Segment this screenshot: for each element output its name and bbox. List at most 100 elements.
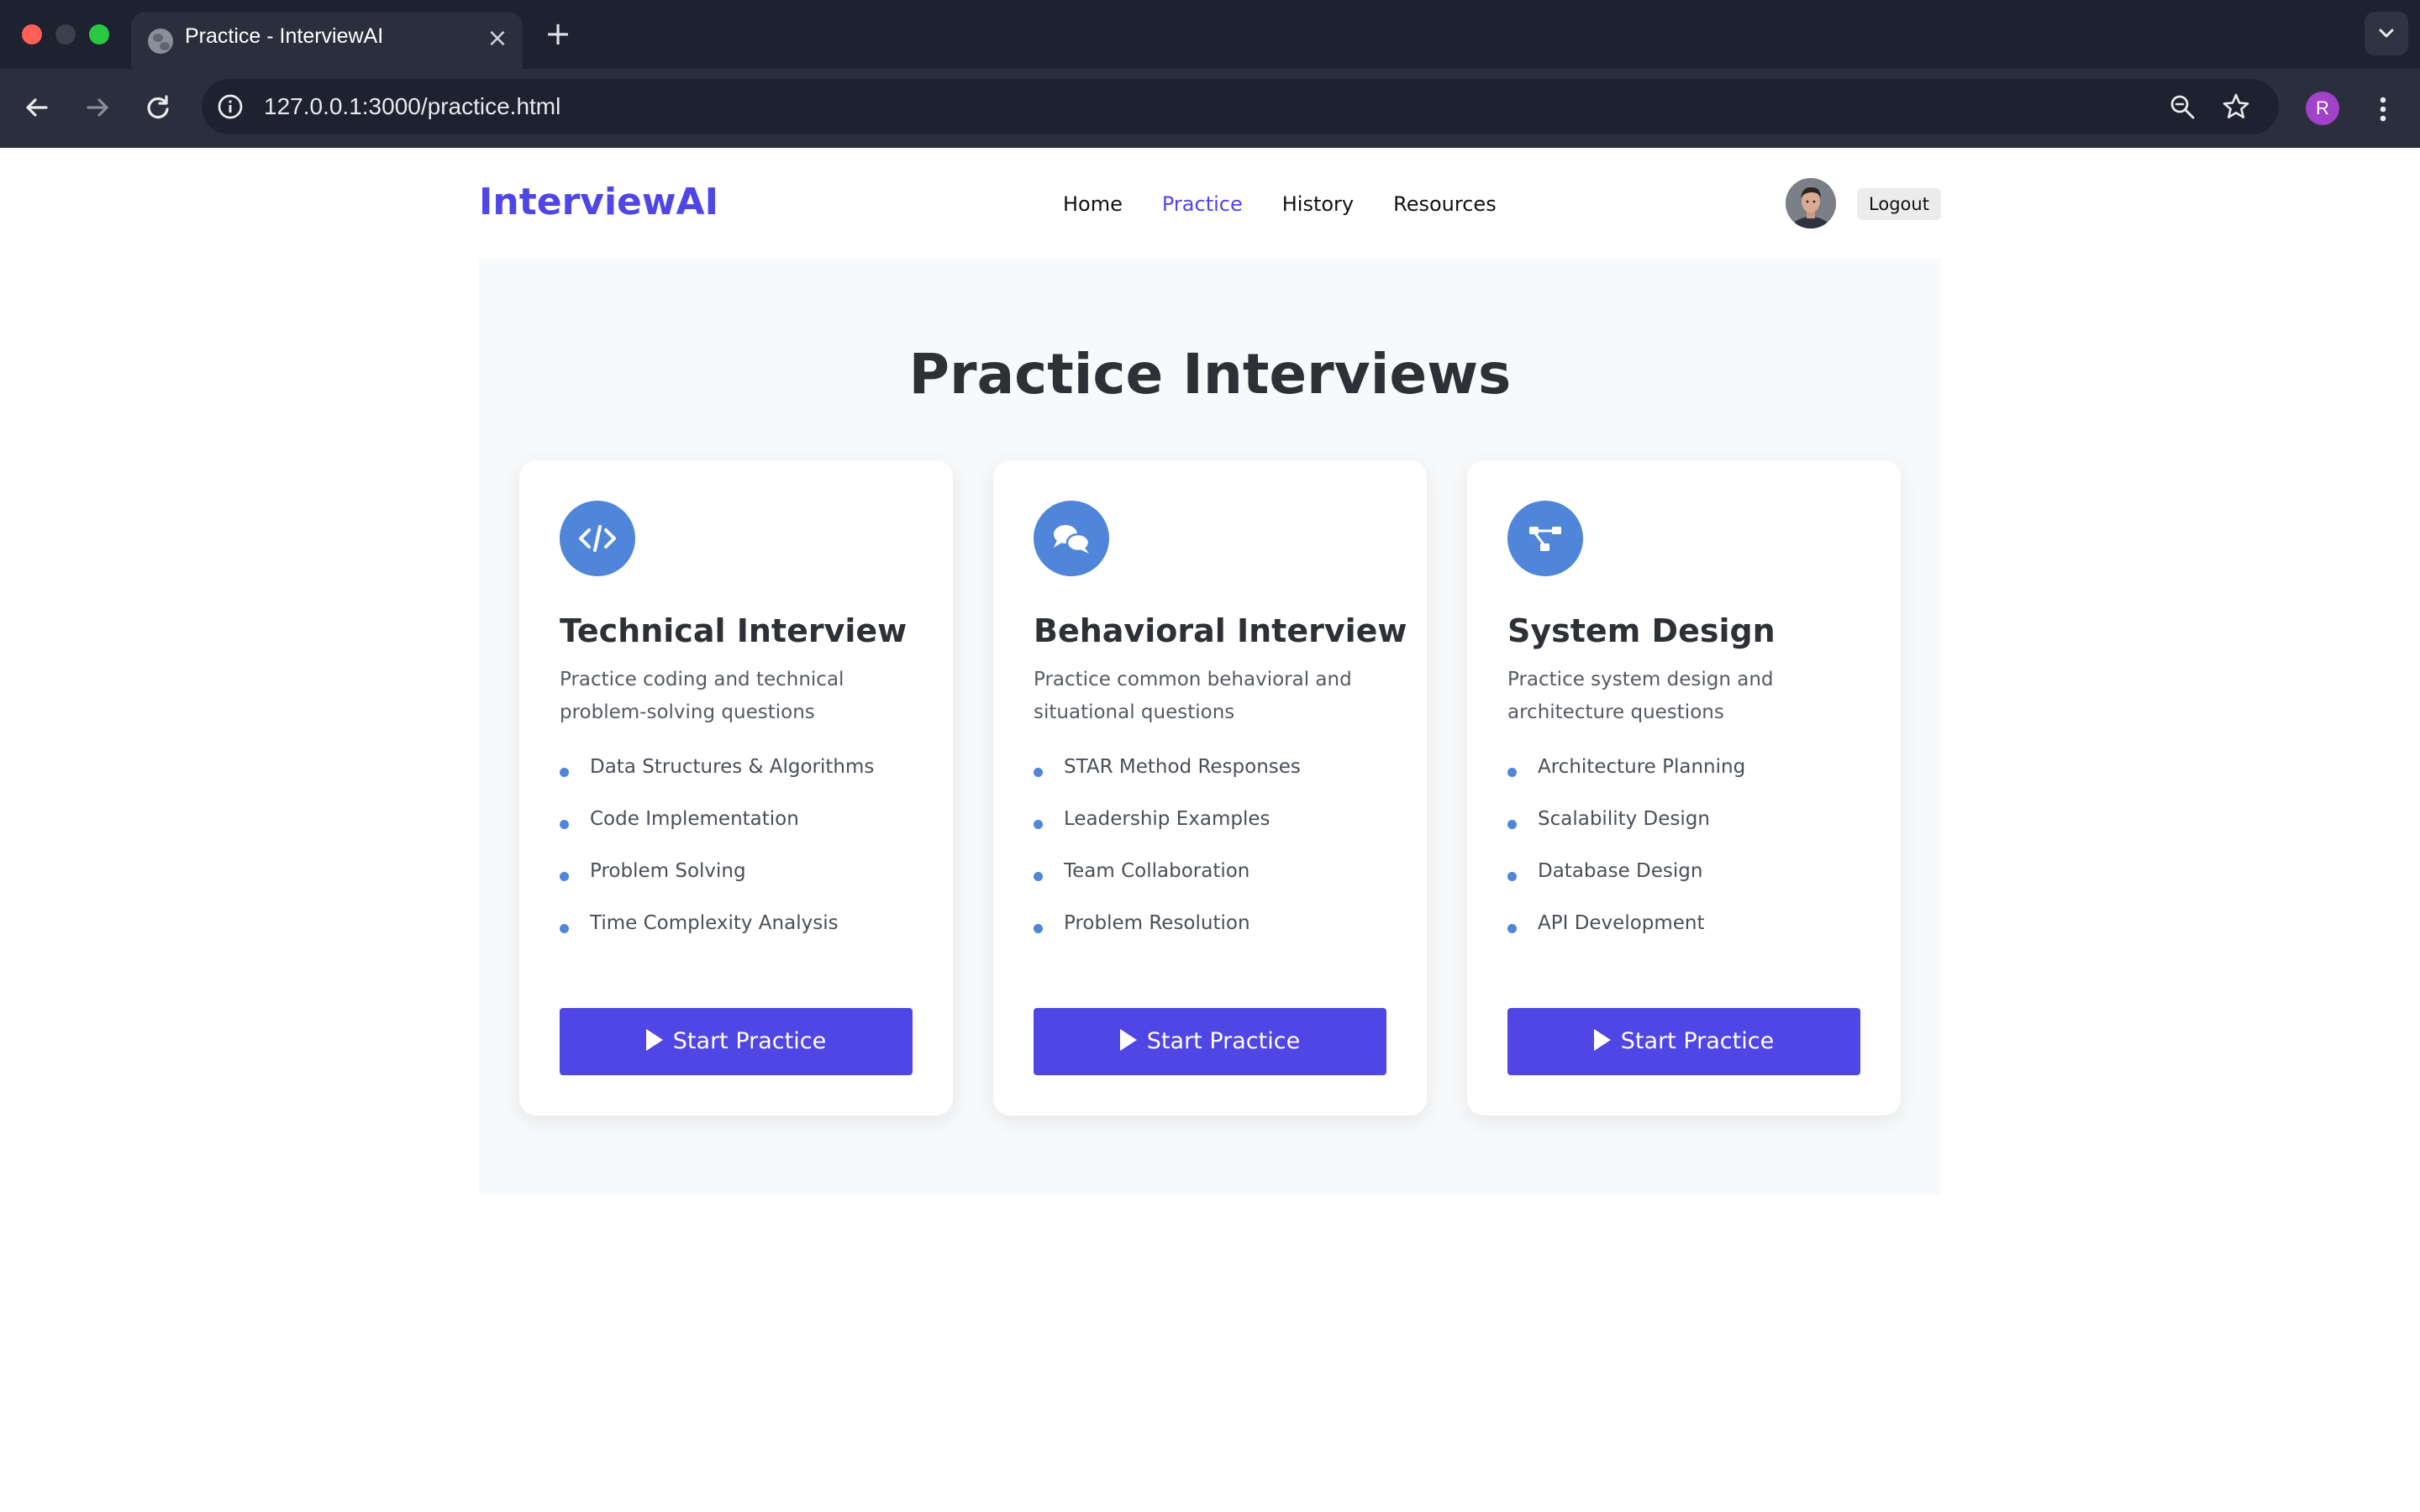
globe-icon [148, 29, 173, 54]
list-item-label: Data Structures & Algorithms [590, 756, 875, 778]
tab-title: Practice - InterviewAI [185, 24, 384, 48]
card-title: System Design [1507, 612, 1776, 649]
bullet-icon [1034, 924, 1043, 933]
star-icon [2223, 93, 2249, 118]
user-photo-icon [1786, 178, 1836, 228]
button-label: Start Practice [672, 1028, 827, 1054]
browser-toolbar: 127.0.0.1:3000/practice.html R [0, 69, 2420, 148]
bullet-icon [1507, 924, 1517, 933]
start-practice-button-behavioral[interactable]: Start Practice [1034, 1008, 1386, 1075]
list-item: Architecture Planning [1507, 749, 1869, 801]
list-item: Team Collaboration [1034, 853, 1395, 906]
list-item-label: Problem Solving [590, 860, 746, 882]
card-description: Practice system design and architecture … [1507, 669, 1774, 723]
start-practice-button-system-design[interactable]: Start Practice [1507, 1008, 1860, 1075]
bookmark-button[interactable] [2222, 92, 2250, 121]
site-navbar: InterviewAI Home Practice History Resour… [479, 148, 1941, 259]
topic-list: STAR Method Responses Leadership Example… [1034, 749, 1395, 958]
arrow-right-icon [87, 98, 108, 117]
zoom-button[interactable] [2168, 92, 2196, 121]
card-title: Behavioral Interview [1034, 612, 1407, 649]
site-info-button[interactable] [213, 90, 247, 123]
topic-list: Architecture Planning Scalability Design… [1507, 749, 1869, 958]
more-vertical-icon [2380, 97, 2386, 122]
list-item-label: Scalability Design [1538, 808, 1710, 830]
card-description: Practice common behavioral and situation… [1034, 669, 1352, 723]
list-item-label: Team Collaboration [1064, 860, 1250, 882]
bullet-icon [1507, 872, 1517, 881]
nav-link-home[interactable]: Home [1063, 190, 1123, 218]
play-icon [1593, 1029, 1611, 1051]
logout-button[interactable]: Logout [1857, 188, 1941, 220]
browser-tab-strip: Practice - InterviewAI × + [0, 0, 2420, 69]
user-avatar[interactable] [1786, 178, 1836, 228]
new-tab-button[interactable]: + [541, 17, 575, 50]
topic-list: Data Structures & Algorithms Code Implem… [560, 749, 921, 958]
info-icon [218, 94, 243, 119]
bullet-icon [560, 820, 569, 829]
url-text[interactable]: 127.0.0.1:3000/practice.html [264, 92, 560, 121]
list-item: Problem Solving [560, 853, 921, 906]
bullet-icon [1034, 768, 1043, 777]
start-practice-button-technical[interactable]: Start Practice [560, 1008, 913, 1075]
reload-icon [147, 95, 169, 119]
sitemap-icon [1507, 501, 1583, 576]
list-item: Database Design [1507, 853, 1869, 906]
practice-section: Practice Interviews Technical Interview … [479, 259, 1941, 1194]
list-item-label: STAR Method Responses [1064, 756, 1301, 778]
list-item-label: Code Implementation [590, 808, 799, 830]
nav-link-resources[interactable]: Resources [1393, 190, 1497, 218]
tab-close-icon[interactable]: × [482, 24, 513, 54]
list-item: STAR Method Responses [1034, 749, 1395, 801]
card-behavioral-interview: Behavioral Interview Practice common beh… [993, 460, 1427, 1116]
reload-button[interactable] [139, 89, 176, 126]
bullet-icon [560, 768, 569, 777]
list-item: Time Complexity Analysis [560, 906, 921, 958]
window-zoom-button[interactable] [89, 24, 109, 45]
list-item-label: Database Design [1538, 860, 1703, 882]
card-technical-interview: Technical Interview Practice coding and … [519, 460, 953, 1116]
address-bar[interactable]: 127.0.0.1:3000/practice.html [202, 79, 2279, 134]
list-item: Code Implementation [560, 801, 921, 853]
site-logo[interactable]: InterviewAI [479, 180, 718, 225]
bullet-icon [560, 872, 569, 881]
arrow-left-icon [26, 98, 48, 117]
tab-search-button[interactable] [2365, 12, 2408, 55]
bullet-icon [1507, 820, 1517, 829]
nav-link-practice[interactable]: Practice [1162, 190, 1243, 218]
browser-menu-button[interactable] [2366, 91, 2400, 128]
bullet-icon [1034, 872, 1043, 881]
list-item: Problem Resolution [1034, 906, 1395, 958]
bullet-icon [560, 924, 569, 933]
bullet-icon [1034, 820, 1043, 829]
browser-tab-active[interactable]: Practice - InterviewAI × [131, 12, 523, 69]
code-icon [560, 501, 635, 576]
card-system-design: System Design Practice system design and… [1467, 460, 1901, 1116]
forward-button[interactable] [79, 89, 116, 126]
nav-links: Home Practice History Resources [1063, 190, 1536, 218]
nav-link-history[interactable]: History [1282, 190, 1354, 218]
list-item-label: Problem Resolution [1064, 912, 1250, 934]
list-item-label: API Development [1538, 912, 1705, 934]
back-button[interactable] [18, 89, 55, 126]
play-icon [645, 1029, 663, 1051]
page-content: InterviewAI Home Practice History Resour… [0, 148, 2420, 1512]
list-item: API Development [1507, 906, 1869, 958]
page-title: Practice Interviews [908, 342, 1512, 407]
list-item: Scalability Design [1507, 801, 1869, 853]
button-label: Start Practice [1146, 1028, 1301, 1054]
window-minimize-button[interactable] [55, 24, 76, 45]
chevron-down-icon [2379, 29, 2394, 38]
list-item: Data Structures & Algorithms [560, 749, 921, 801]
profile-avatar[interactable]: R [2306, 92, 2339, 125]
list-item-label: Architecture Planning [1538, 756, 1746, 778]
list-item-label: Leadership Examples [1064, 808, 1270, 830]
list-item-label: Time Complexity Analysis [590, 912, 839, 934]
card-description: Practice coding and technical problem-so… [560, 669, 844, 723]
bullet-icon [1507, 768, 1517, 777]
list-item: Leadership Examples [1034, 801, 1395, 853]
card-title: Technical Interview [560, 612, 908, 649]
window-close-button[interactable] [22, 24, 42, 45]
chat-bubbles-icon [1034, 501, 1109, 576]
zoom-out-icon [2170, 95, 2195, 119]
